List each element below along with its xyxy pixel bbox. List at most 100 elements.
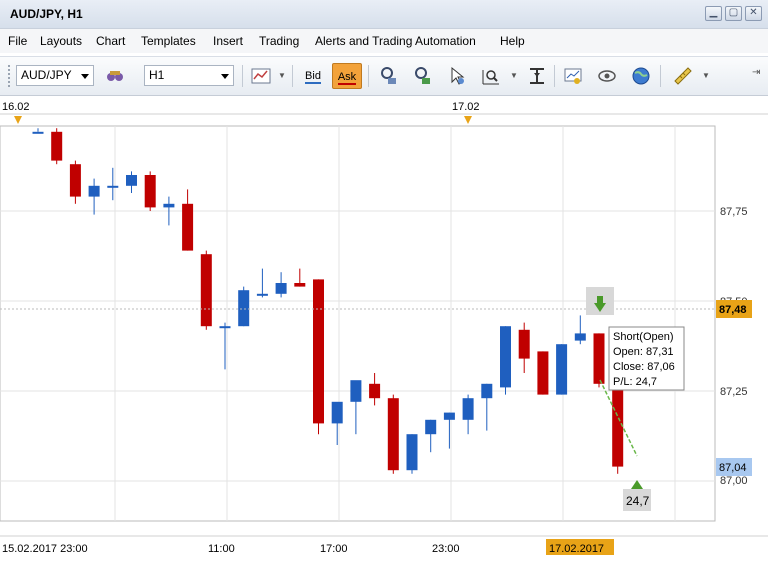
- indicator-icon: [381, 67, 396, 84]
- view-icon: [598, 70, 616, 82]
- candle[interactable]: [425, 419, 437, 435]
- price-axis-label: 87,00: [720, 475, 748, 487]
- ruler-icon: [674, 67, 692, 85]
- candlestick-chart[interactable]: 16.02 17.02 87,75 87,50 87,25 87,00 87,4…: [0, 96, 768, 561]
- candle[interactable]: [481, 383, 493, 399]
- menu-insert[interactable]: Insert: [213, 34, 243, 48]
- add-indicator-icon: [415, 67, 430, 84]
- candle[interactable]: [331, 401, 343, 424]
- ask-label: Ask: [337, 71, 357, 85]
- symbol-value: AUD/JPY: [21, 68, 72, 82]
- candle[interactable]: [500, 326, 511, 388]
- maximize-icon: ▢: [728, 7, 739, 18]
- zoom-button[interactable]: [480, 65, 502, 87]
- candle[interactable]: [163, 203, 175, 208]
- candle[interactable]: [219, 326, 231, 329]
- candle[interactable]: [200, 254, 212, 327]
- add-indicator-button[interactable]: [412, 65, 434, 87]
- timeframe-select[interactable]: H1: [144, 65, 234, 86]
- menu-chart[interactable]: Chart: [96, 34, 125, 48]
- cursor-icon: [451, 66, 465, 85]
- candle[interactable]: [462, 398, 474, 420]
- symbol-select[interactable]: AUD/JPY: [16, 65, 94, 86]
- candle[interactable]: [313, 279, 324, 424]
- chart-settings-button[interactable]: [562, 65, 584, 87]
- time-axis-label: 15.02.2017 23:00: [2, 543, 88, 555]
- candle[interactable]: [51, 131, 63, 161]
- candle[interactable]: [574, 333, 586, 341]
- title-bar: AUD/JPY, H1 ▁ ▢ ✕: [0, 0, 768, 29]
- indicator-button[interactable]: [378, 65, 400, 87]
- chart-settings-icon: [564, 68, 582, 84]
- candle[interactable]: [238, 290, 250, 327]
- candle[interactable]: [275, 283, 287, 294]
- candle[interactable]: [369, 383, 381, 399]
- price-axis-label: 87,75: [720, 206, 748, 218]
- ruler-button[interactable]: [672, 65, 694, 87]
- candle[interactable]: [256, 293, 268, 296]
- tooltip-line: P/L: 24,7: [613, 376, 657, 388]
- window-title: AUD/JPY, H1: [10, 7, 83, 21]
- candle[interactable]: [182, 203, 194, 251]
- candle[interactable]: [537, 351, 549, 395]
- menu-templates[interactable]: Templates: [141, 34, 196, 48]
- timeframe-value: H1: [149, 68, 165, 82]
- chevron-down-icon[interactable]: ▼: [510, 71, 518, 80]
- chart-type-button[interactable]: [250, 65, 272, 87]
- bid-button[interactable]: Bid: [298, 63, 328, 89]
- view-button[interactable]: [596, 65, 618, 87]
- menu-layouts[interactable]: Layouts: [40, 34, 82, 48]
- candle[interactable]: [443, 412, 455, 420]
- minimize-button[interactable]: ▁: [705, 6, 722, 21]
- chart-area[interactable]: 16.02 17.02 87,75 87,50 87,25 87,00 87,4…: [0, 96, 768, 561]
- toolbar: AUD/JPY H1 ▼ Bid Ask ▼ ▼ ⇥: [0, 56, 768, 96]
- candle[interactable]: [556, 344, 568, 395]
- menu-bar: File Layouts Chart Templates Insert Trad…: [0, 29, 768, 53]
- pl-badge-value: 24,7: [626, 494, 650, 508]
- candle[interactable]: [144, 175, 156, 208]
- cursor-button[interactable]: [446, 65, 468, 87]
- date-label-top: 16.02: [2, 101, 30, 113]
- candle[interactable]: [126, 175, 137, 186]
- candle[interactable]: [406, 434, 418, 471]
- tooltip-line: Open: 87,31: [613, 346, 674, 358]
- binoculars-icon: [107, 71, 123, 81]
- menu-help[interactable]: Help: [500, 34, 525, 48]
- candle[interactable]: [32, 131, 44, 134]
- close-button[interactable]: ✕: [745, 6, 762, 21]
- time-axis-label: 17.02.2017: [549, 543, 604, 555]
- chart-type-icon: [251, 68, 271, 84]
- tooltip-line: Close: 87,06: [613, 361, 675, 373]
- candle[interactable]: [518, 329, 530, 359]
- candle[interactable]: [88, 185, 100, 197]
- price-axis-label: 87,25: [720, 386, 748, 398]
- menu-alerts[interactable]: Alerts and Trading Automation: [315, 34, 476, 48]
- candle[interactable]: [107, 185, 119, 188]
- candle[interactable]: [294, 283, 306, 287]
- binoculars-button[interactable]: [104, 65, 126, 87]
- chevron-down-icon[interactable]: ▼: [702, 71, 710, 80]
- position-price-value: 87,04: [719, 462, 747, 474]
- period-separator-button[interactable]: [526, 65, 548, 87]
- candle[interactable]: [387, 398, 399, 471]
- candle[interactable]: [612, 387, 624, 467]
- toolbar-separator: [242, 65, 243, 87]
- toolbar-overflow-icon[interactable]: ⇥: [752, 67, 760, 78]
- arrow-down-icon-stem: [597, 296, 603, 304]
- toolbar-separator: [292, 65, 293, 87]
- date-label-top: 17.02: [452, 101, 480, 113]
- globe-button[interactable]: [630, 65, 652, 87]
- candle[interactable]: [350, 380, 362, 402]
- chevron-down-icon[interactable]: ▼: [278, 71, 286, 80]
- current-price-value: 87,48: [719, 304, 747, 316]
- toolbar-grip[interactable]: [8, 65, 13, 87]
- menu-file[interactable]: File: [8, 34, 27, 48]
- time-axis-label: 11:00: [208, 543, 235, 555]
- maximize-button[interactable]: ▢: [725, 6, 742, 21]
- menu-trading[interactable]: Trading: [259, 34, 299, 48]
- candle[interactable]: [69, 164, 81, 197]
- candle[interactable]: [593, 333, 605, 384]
- zoom-icon: [482, 70, 499, 85]
- ask-button[interactable]: Ask: [332, 63, 362, 89]
- minimize-icon: ▁: [709, 7, 718, 18]
